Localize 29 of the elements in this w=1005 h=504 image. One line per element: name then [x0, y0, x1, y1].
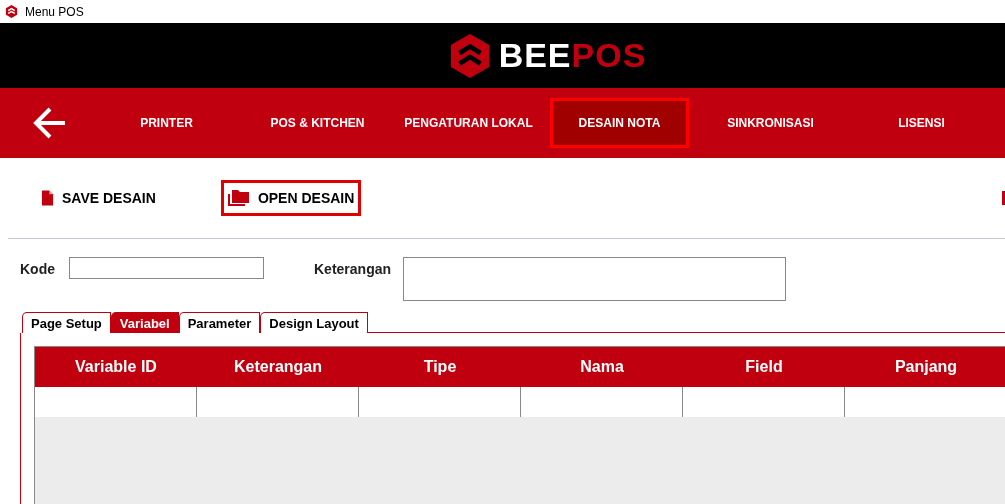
keterangan-label: Keterangan — [314, 261, 392, 277]
column-header: Tipe — [422, 357, 458, 377]
folders-icon — [227, 190, 250, 206]
tab[interactable]: Variabel — [110, 312, 179, 333]
nav-tab[interactable]: POS & KITCHEN — [248, 98, 387, 148]
tab[interactable]: Page Setup — [22, 312, 111, 333]
nav-tab[interactable]: PRINTER — [97, 98, 236, 148]
column-header: Variable ID — [74, 357, 158, 377]
kode-label: Kode — [20, 261, 55, 277]
column-header: Keterangan — [233, 357, 323, 377]
brand-name: BEEPOS — [498, 36, 647, 75]
tab[interactable]: Design Layout — [260, 312, 368, 333]
back-arrow-icon[interactable] — [33, 106, 67, 140]
column-header: Nama — [579, 357, 625, 377]
window-title: Menu POS — [25, 4, 84, 19]
keterangan-field[interactable] — [403, 257, 787, 301]
partial-icon — [1002, 191, 1005, 205]
toolbar-button[interactable]: OPEN DESAIN — [220, 180, 362, 216]
nav-tab[interactable]: SINKRONISASI — [701, 98, 840, 148]
nav-tab[interactable]: DESAIN NOTA — [550, 98, 689, 148]
nav-tab[interactable]: PENGATURAN LOKAL — [399, 98, 538, 148]
app-logo-icon — [4, 4, 19, 19]
tab[interactable]: Parameter — [178, 312, 261, 333]
nav-tab[interactable]: LISENSI — [852, 98, 991, 148]
file-icon — [41, 190, 54, 206]
column-header: Panjang — [893, 357, 959, 377]
column-header: Field — [744, 357, 784, 377]
logo-icon — [448, 32, 491, 79]
kode-field[interactable] — [69, 257, 264, 279]
